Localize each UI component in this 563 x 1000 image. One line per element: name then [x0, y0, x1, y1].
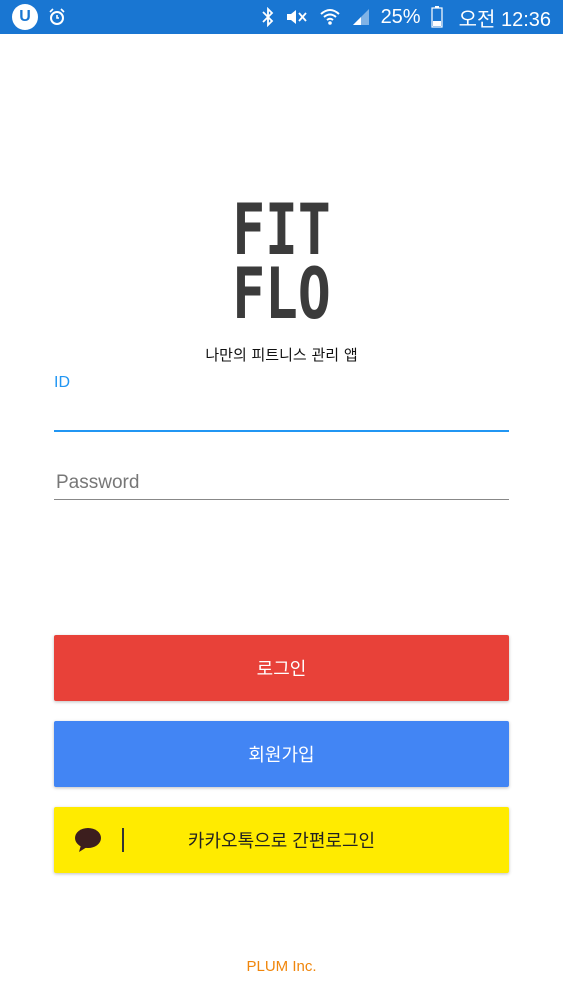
- tagline: 나만의 피트니스 관리 앱: [205, 346, 358, 364]
- battery-percent: 25%: [380, 5, 421, 28]
- signup-button[interactable]: 회원가입: [54, 721, 509, 787]
- kakao-login-button[interactable]: 카카오톡으로 간편로그인: [54, 807, 509, 873]
- id-label: ID: [54, 374, 70, 391]
- signup-button-label: 회원가입: [248, 745, 315, 765]
- login-button[interactable]: 로그인: [54, 635, 509, 701]
- id-field: ID: [54, 372, 509, 432]
- footer-company: PLUM Inc.: [246, 958, 317, 975]
- status-bar-right: 25% 오전 12:36: [261, 3, 551, 32]
- kakao-speech-bubble-icon: [74, 827, 104, 853]
- password-input[interactable]: [54, 466, 509, 500]
- app-notification-icon: U: [12, 4, 38, 30]
- wifi-icon: [319, 7, 341, 27]
- mute-icon: [285, 7, 309, 27]
- password-field: [54, 466, 509, 500]
- login-button-label: 로그인: [256, 659, 307, 679]
- logo-line-2: FLO: [232, 253, 331, 335]
- signal-icon: [351, 7, 371, 27]
- password-underline: [54, 499, 509, 500]
- battery-icon: [430, 6, 443, 28]
- id-underline: [54, 430, 509, 432]
- kakao-button-label: 카카오톡으로 간편로그인: [187, 831, 376, 851]
- kakao-divider: [122, 828, 124, 852]
- status-bar-left: U: [12, 4, 66, 30]
- id-input[interactable]: [54, 396, 509, 430]
- app-logo: FIT FLO: [0, 195, 563, 335]
- status-time: 오전 12:36: [458, 8, 551, 31]
- status-bar: U 25% 오전 12:36: [0, 0, 563, 34]
- alarm-icon: [48, 8, 66, 26]
- bluetooth-icon: [261, 7, 275, 27]
